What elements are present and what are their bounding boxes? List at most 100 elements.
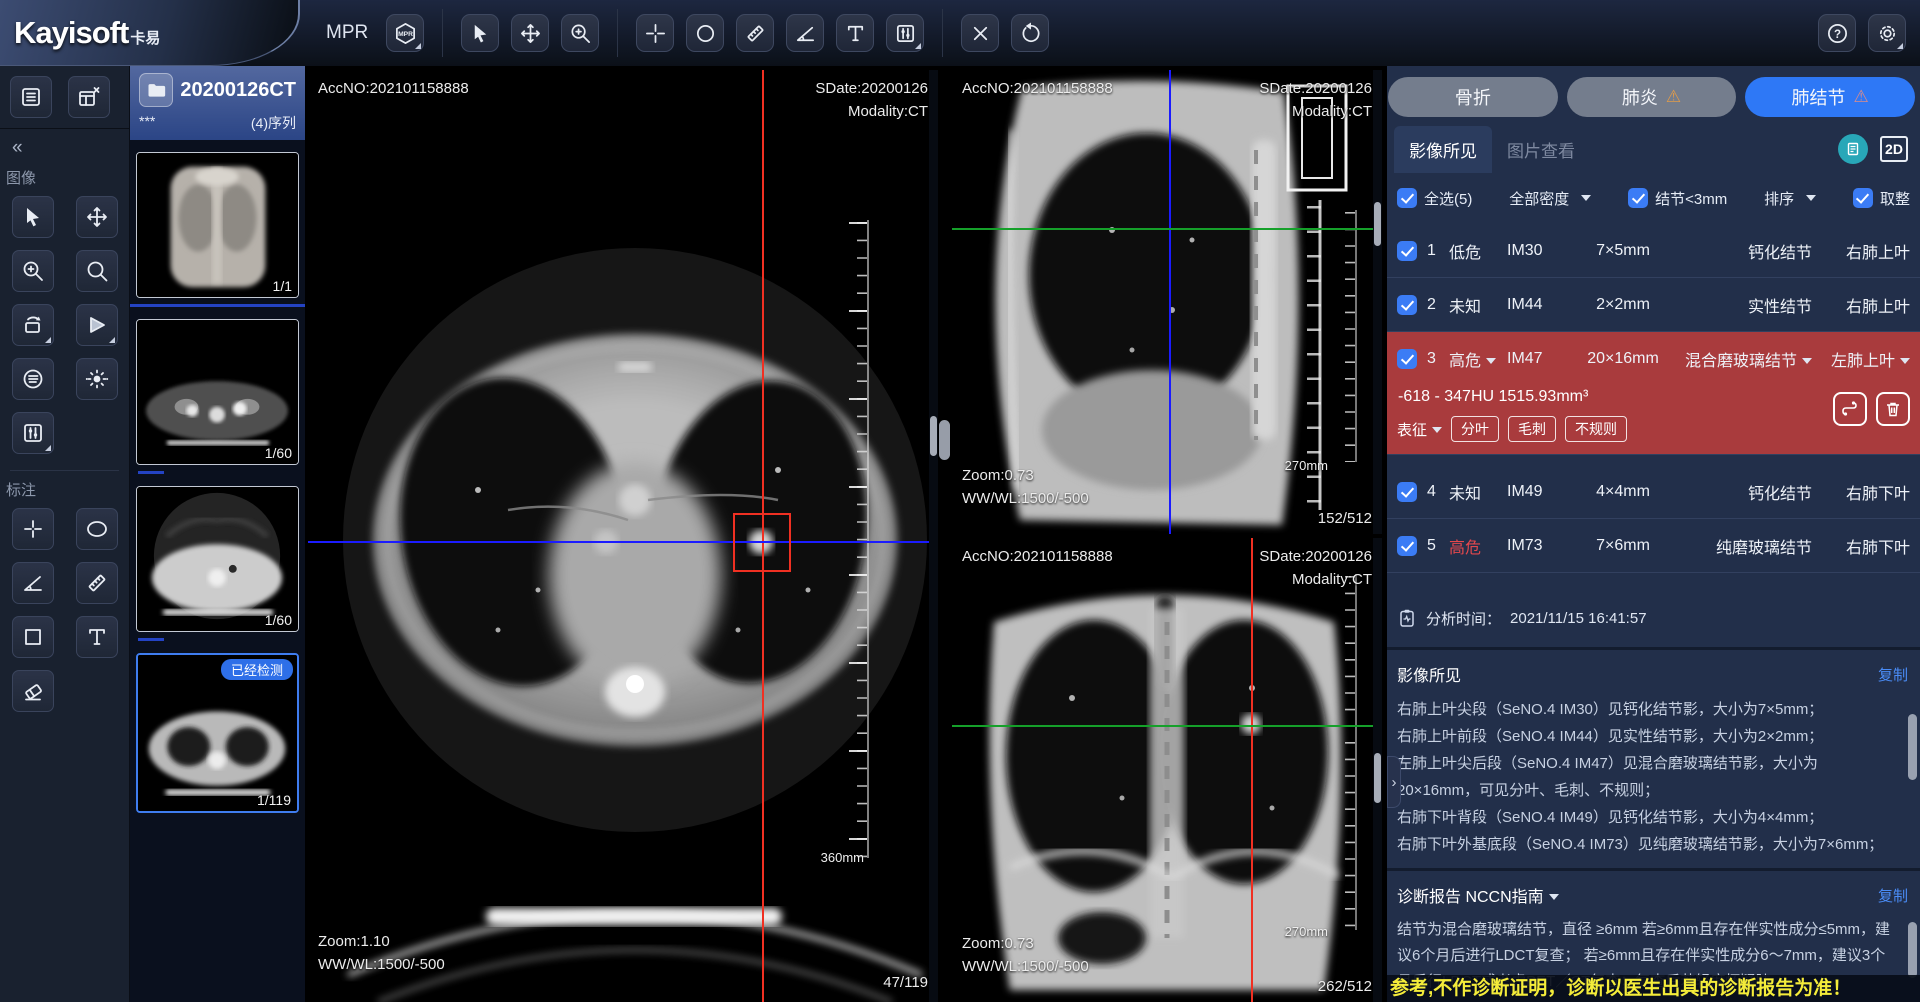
copy-findings-button[interactable]: 复制 <box>1878 664 1908 685</box>
trait-chip[interactable]: 不规则 <box>1565 416 1627 442</box>
crosshair-vertical-red[interactable] <box>1251 538 1253 1002</box>
close-tool-button[interactable] <box>961 14 999 52</box>
contrast-tool-button[interactable] <box>12 358 54 400</box>
axial-scrollbar[interactable] <box>929 70 938 1002</box>
zoom-in-tool-button[interactable] <box>12 250 54 292</box>
nodule-roi-box[interactable] <box>733 513 791 572</box>
tab-image-view[interactable]: 图片查看 <box>1492 126 1590 173</box>
rectangle-annotation-button[interactable] <box>12 616 54 658</box>
nodule-row[interactable]: 4 未知 IM49 4×4mm 钙化结节 右肺下叶 <box>1387 465 1920 519</box>
reset-rotate-button[interactable] <box>1011 14 1049 52</box>
magnify-tool-button[interactable] <box>76 250 118 292</box>
copy-report-button[interactable]: 复制 <box>1878 885 1908 906</box>
series-list-button[interactable] <box>10 76 52 118</box>
series-thumbnail-ct-selected[interactable]: 已经检测 1/119 <box>136 653 299 813</box>
angle-tool-button[interactable] <box>786 14 824 52</box>
series-layout-button[interactable] <box>68 76 110 118</box>
nodule-checkbox[interactable] <box>1397 482 1417 502</box>
sagittal-viewport[interactable]: AccNO:202101158888 SDate:20200126 Modali… <box>952 70 1382 534</box>
rotate-tool-button[interactable] <box>12 304 54 346</box>
point-annotation-button[interactable] <box>12 508 54 550</box>
wwwl-adjust-tool-button[interactable] <box>12 412 54 454</box>
text-annotation-button[interactable] <box>76 616 118 658</box>
select-all-checkbox[interactable] <box>1397 188 1417 208</box>
trait-chip[interactable]: 分叶 <box>1451 416 1499 442</box>
nodule-row[interactable]: 2 未知 IM44 2×2mm 实性结节 右肺上叶 <box>1387 278 1920 332</box>
accession-number: AccNO:202101158888 <box>962 546 1113 569</box>
round-checkbox[interactable] <box>1853 188 1873 208</box>
nodule-checkbox[interactable] <box>1397 536 1417 556</box>
density-filter-dropdown[interactable]: 全部密度 <box>1509 188 1591 209</box>
coronal-viewport[interactable]: AccNO:202101158888 SDate:20200126 Modali… <box>952 538 1382 1002</box>
nodule-location-dropdown[interactable]: 左肺上叶 <box>1812 347 1910 371</box>
delete-nodule-button[interactable] <box>1876 392 1910 426</box>
findings-scrollbar-thumb[interactable] <box>1908 714 1917 780</box>
series-thumbnail-ct[interactable]: 1/60 <box>136 319 299 465</box>
mode-lung-nodule[interactable]: 肺结节 ⚠ <box>1745 77 1915 117</box>
flip-tool-button[interactable] <box>76 304 118 346</box>
ellipse-annotation-button[interactable] <box>76 508 118 550</box>
select-all-control[interactable]: 全选(5) <box>1397 188 1472 209</box>
viewport-splitter-handle[interactable] <box>939 420 950 460</box>
nodule-checkbox[interactable] <box>1397 241 1417 261</box>
report-bubble-button[interactable] <box>1838 134 1868 164</box>
trait-dropdown[interactable]: 表征 <box>1397 419 1442 440</box>
settings-button[interactable] <box>1868 14 1906 52</box>
open-study-button[interactable] <box>139 73 173 107</box>
crosshair-horizontal-blue[interactable] <box>308 541 938 543</box>
sagittal-scrollbar[interactable] <box>1373 70 1382 534</box>
crosshair-horizontal-green[interactable] <box>952 228 1382 230</box>
nodule-checkbox[interactable] <box>1397 349 1417 369</box>
angle-annotation-button[interactable] <box>12 562 54 604</box>
nodule-row[interactable]: 5 高危 IM73 7×6mm 纯磨玻璃结节 右肺下叶 <box>1387 519 1920 573</box>
cursor-tool-button[interactable] <box>12 196 54 238</box>
nodule-checkbox[interactable] <box>1397 295 1417 315</box>
coronal-scrollbar[interactable] <box>1373 538 1382 1002</box>
ruler-tool-button[interactable] <box>736 14 774 52</box>
panel-expand-handle[interactable]: › <box>1387 756 1401 808</box>
nodule-risk-dropdown[interactable]: 高危 <box>1449 347 1507 371</box>
nodule-row-header[interactable]: 3 高危 IM47 20×16mm 混合磨玻璃结节 左肺上叶 <box>1387 332 1920 386</box>
collapse-sidebar-button[interactable]: « <box>0 129 129 161</box>
nodule-type-dropdown[interactable]: 混合磨玻璃结节 <box>1673 347 1812 371</box>
round-toggle[interactable]: 取整 <box>1853 188 1910 209</box>
pan-icon <box>519 22 542 45</box>
mode-fracture[interactable]: 骨折 <box>1388 77 1558 117</box>
help-button[interactable]: ? <box>1818 14 1856 52</box>
brightness-tool-button[interactable] <box>76 358 118 400</box>
pan-tool-button[interactable] <box>76 196 118 238</box>
followup-compare-button[interactable] <box>1833 392 1867 426</box>
wwwl-adjust-tool-button[interactable] <box>886 14 924 52</box>
tab-findings[interactable]: 影像所见 <box>1394 126 1492 173</box>
2d-view-button[interactable]: 2D <box>1880 136 1908 162</box>
series-thumbnail-ct[interactable]: 1/60 <box>136 486 299 632</box>
scrollbar-thumb[interactable] <box>930 416 937 456</box>
mpr-mode-button[interactable]: MPR <box>386 14 424 52</box>
scrollbar-thumb[interactable] <box>1374 753 1381 803</box>
crosshair-vertical-blue[interactable] <box>1169 70 1171 534</box>
zoom-in-tool-button[interactable] <box>561 14 599 52</box>
pan-tool-button[interactable] <box>511 14 549 52</box>
small-nodule-checkbox[interactable] <box>1628 188 1648 208</box>
report-scrollbar-thumb[interactable] <box>1908 922 1917 978</box>
nodule-row-selected[interactable]: 3 高危 IM47 20×16mm 混合磨玻璃结节 左肺上叶 -618 - 34… <box>1387 332 1920 455</box>
report-title-dropdown[interactable]: 诊断报告 NCCN指南 <box>1397 883 1559 907</box>
series-thumbnail-scout[interactable]: 1/1 <box>136 152 299 298</box>
axial-viewport[interactable]: AccNO:202101158888 SDate:20200126 Modali… <box>308 70 938 1002</box>
ellipse-tool-button[interactable] <box>686 14 724 52</box>
eraser-annotation-button[interactable] <box>12 670 54 712</box>
nodule-row[interactable]: 1 低危 IM30 7×5mm 钙化结节 右肺上叶 <box>1387 224 1920 278</box>
mode-pneumonia[interactable]: 肺炎 ⚠ <box>1567 77 1737 117</box>
nodule-image-number: IM47 <box>1507 350 1573 368</box>
crosshair-horizontal-green[interactable] <box>952 725 1382 727</box>
study-header[interactable]: 20200126CT *** (4)序列 <box>130 66 305 140</box>
trait-chip[interactable]: 毛刺 <box>1508 416 1556 442</box>
scrollbar-thumb[interactable] <box>1374 202 1381 246</box>
small-nodule-filter[interactable]: 结节<3mm <box>1628 188 1727 209</box>
text-tool-button[interactable] <box>836 14 874 52</box>
crosshair-tool-button[interactable] <box>636 14 674 52</box>
cursor-tool-button[interactable] <box>461 14 499 52</box>
sort-dropdown[interactable]: 排序 <box>1764 188 1816 209</box>
ruler-annotation-button[interactable] <box>76 562 118 604</box>
series-count: (4)序列 <box>251 113 296 133</box>
